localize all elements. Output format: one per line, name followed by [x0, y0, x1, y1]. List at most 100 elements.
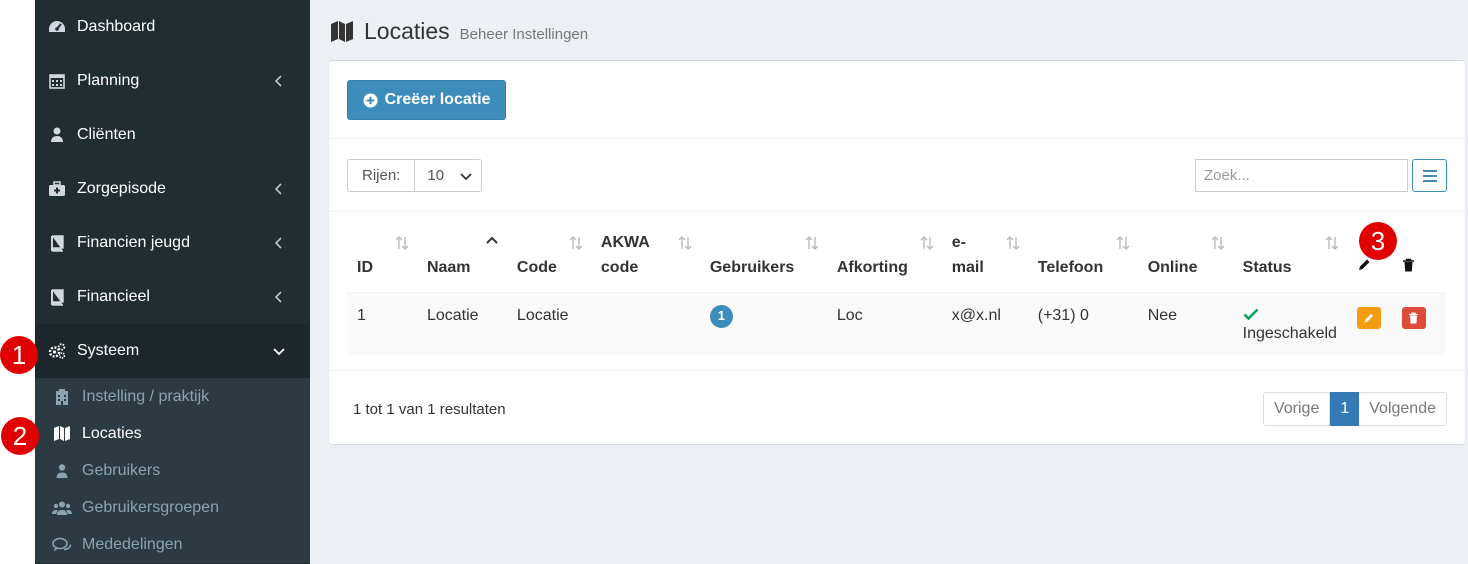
sidebar-item-label: Cliënten: [77, 126, 136, 143]
table-row[interactable]: 1 Locatie Locatie 1 Loc x@x.nl (+31) 0 N…: [347, 291, 1446, 355]
sort-icon: [1325, 236, 1339, 250]
column-header-telefoon[interactable]: Telefoon: [1028, 227, 1138, 292]
column-header-id[interactable]: ID: [347, 227, 417, 292]
comments-icon: [52, 536, 72, 554]
sidebar-item-label: Zorgepisode: [77, 180, 166, 197]
sidebar-item-label: Financien jeugd: [77, 234, 190, 251]
submenu-item-mededelingen[interactable]: Mededelingen: [35, 526, 310, 563]
sort-icon: [920, 236, 934, 250]
hospital-icon: [52, 388, 72, 406]
cell-naam: Locatie: [416, 291, 507, 355]
cell-id: 1: [347, 291, 417, 355]
submenu-systeem: Instelling / praktijk Locaties Gebruiker…: [35, 378, 310, 563]
sort-icon: [569, 236, 583, 250]
sidebar-item-zorgepisode[interactable]: Zorgepisode: [35, 162, 310, 216]
submenu-item-locaties[interactable]: Locaties: [35, 415, 310, 452]
cell-edit: [1346, 291, 1392, 355]
cell-delete: [1391, 291, 1446, 355]
column-header-online[interactable]: Online: [1138, 227, 1233, 292]
submenu-item-label: Instelling / praktijk: [82, 387, 210, 405]
sidebar-item-financieel[interactable]: Financieel: [35, 270, 310, 324]
pagination-next-button[interactable]: Volgende: [1359, 392, 1447, 426]
sidebar-item-planning[interactable]: Planning: [35, 54, 310, 108]
sort-asc-icon: [486, 236, 498, 244]
submenu-item-label: Locaties: [82, 424, 142, 442]
book-icon: [48, 288, 66, 306]
table-toolbar: Rijen: 10 Zoek...: [347, 159, 1447, 193]
status-text: Ingeschakeld: [1242, 324, 1337, 342]
sidebar-item-label: Financieel: [77, 288, 150, 305]
submenu-item-gebruikersgroepen[interactable]: Gebruikersgroepen: [35, 489, 310, 526]
sidebar: Dashboard Planning Cliënten Zorgepisode: [35, 0, 310, 564]
locations-box: Creëer locatie Rijen: 10 Zoek... ID Naam…: [329, 60, 1465, 444]
callout-marker-1: 1: [0, 336, 38, 374]
column-header-naam[interactable]: Naam: [417, 227, 507, 292]
sort-icon: [1211, 236, 1225, 250]
plus-circle-icon: [363, 92, 378, 108]
cell-afkorting: Loc: [826, 291, 942, 355]
rows-select[interactable]: 10: [414, 159, 483, 192]
chevron-left-icon: [270, 72, 288, 90]
cell-gebruikers: 1: [699, 291, 827, 355]
column-header-afkorting[interactable]: Afkorting: [827, 227, 942, 292]
calendar-icon: [48, 72, 66, 90]
page-header: Locaties Beheer Instellingen: [330, 18, 588, 45]
chevron-down-icon: [270, 342, 288, 360]
pagination-page-button[interactable]: 1: [1330, 392, 1360, 426]
chevron-left-icon: [270, 234, 288, 252]
column-header-gebruikers[interactable]: Gebruikers: [700, 227, 827, 292]
table-header-row: ID Naam Code AKWA code Gebruikers Afkort…: [347, 227, 1446, 292]
column-header-akwa[interactable]: AKWA code: [591, 227, 700, 292]
locations-table: ID Naam Code AKWA code Gebruikers Afkort…: [347, 227, 1446, 355]
sort-icon: [678, 236, 692, 250]
dashboard-icon: [48, 18, 66, 36]
submenu-item-label: Gebruikers: [82, 461, 161, 479]
chevron-down-icon: [460, 173, 472, 181]
results-summary: 1 tot 1 van 1 resultaten: [353, 401, 506, 418]
column-header-code[interactable]: Code: [507, 227, 591, 292]
trash-icon: [1409, 312, 1419, 323]
delete-button[interactable]: [1401, 306, 1426, 329]
pagination-prev-button[interactable]: Vorige: [1262, 392, 1331, 426]
users-icon: [52, 499, 72, 517]
submenu-item-gebruikers[interactable]: Gebruikers: [35, 452, 310, 489]
cell-status: Ingeschakeld: [1232, 291, 1347, 355]
users-count-badge[interactable]: 1: [709, 304, 733, 328]
columns-toggle-button[interactable]: [1412, 159, 1447, 192]
submenu-item-label: Gebruikersgroepen: [82, 498, 219, 516]
create-location-button[interactable]: Creëer locatie: [347, 80, 506, 120]
cell-code: Locatie: [506, 291, 591, 355]
submenu-item-label: Mededelingen: [82, 535, 183, 553]
callout-marker-3: 3: [1359, 222, 1397, 260]
divider: [329, 211, 1465, 212]
cell-akwa: [590, 291, 700, 355]
menu-icon: [1422, 169, 1437, 182]
sort-icon: [1116, 236, 1130, 250]
sidebar-item-clienten[interactable]: Cliënten: [35, 108, 310, 162]
pencil-icon: [1358, 259, 1370, 270]
sort-icon: [1006, 236, 1020, 250]
sidebar-item-systeem[interactable]: Systeem: [35, 324, 310, 378]
column-header-status[interactable]: Status: [1233, 227, 1347, 292]
rows-label: Rijen:: [347, 159, 415, 192]
sidebar-item-label: Dashboard: [77, 18, 156, 35]
medkit-icon: [48, 180, 66, 198]
user-icon: [52, 462, 72, 480]
sidebar-item-dashboard[interactable]: Dashboard: [35, 0, 310, 54]
cell-email: x@x.nl: [941, 291, 1028, 355]
sort-icon: [805, 236, 819, 250]
search-input[interactable]: Zoek...: [1195, 159, 1408, 192]
sidebar-item-financien-jeugd[interactable]: Financien jeugd: [35, 216, 310, 270]
cogs-icon: [48, 342, 66, 360]
column-header-email[interactable]: e-mail: [942, 227, 1028, 292]
box-header: Creëer locatie: [329, 61, 1465, 139]
cell-telefoon: (+31) 0: [1027, 291, 1138, 355]
pagination: Vorige 1 Volgende: [1262, 392, 1447, 426]
submenu-item-instelling[interactable]: Instelling / praktijk: [35, 378, 310, 415]
app-root: Dashboard Planning Cliënten Zorgepisode: [0, 0, 1468, 564]
edit-button[interactable]: [1356, 306, 1381, 329]
user-icon: [48, 126, 66, 144]
trash-icon: [1402, 258, 1414, 271]
column-header-delete: [1392, 227, 1446, 292]
book-icon: [48, 234, 66, 252]
